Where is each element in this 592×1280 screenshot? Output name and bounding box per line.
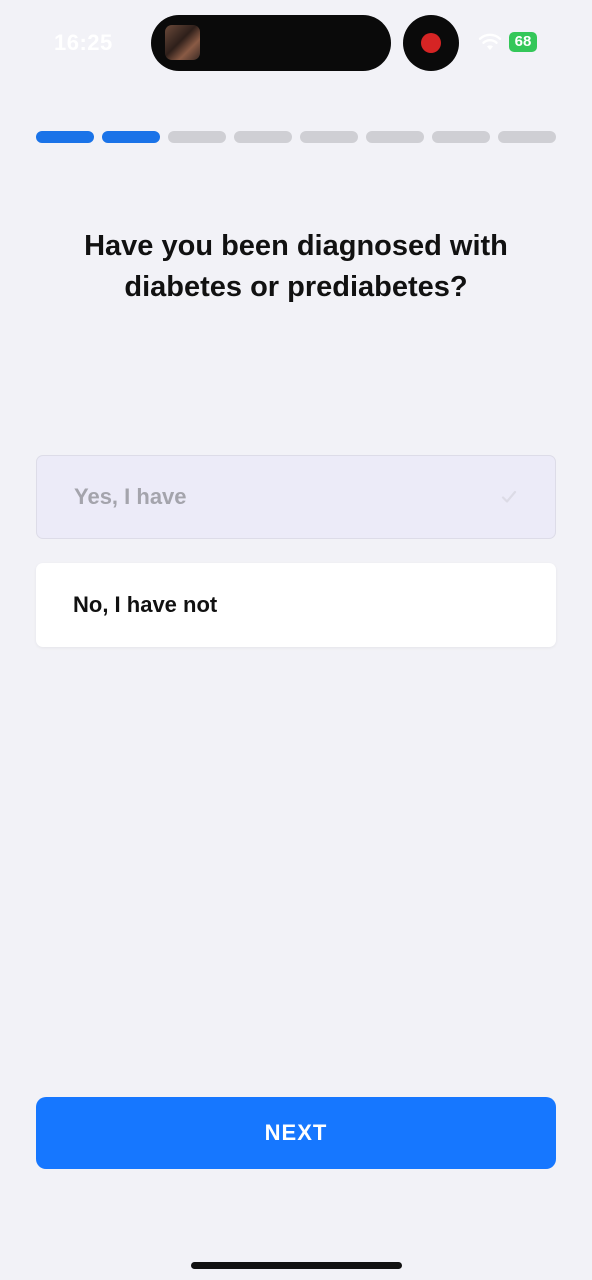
progress-step-pending [432, 131, 490, 143]
option-no-label: No, I have not [73, 592, 218, 617]
progress-step-complete [102, 131, 160, 143]
progress-step-complete [36, 131, 94, 143]
progress-step-pending [168, 131, 226, 143]
option-yes-label: Yes, I have [74, 484, 187, 509]
record-icon [421, 33, 441, 53]
option-yes[interactable]: Yes, I have [36, 455, 556, 539]
wifi-icon [478, 33, 502, 50]
battery-icon: 68 [509, 32, 537, 52]
status-bar: 16:25 68 [0, 0, 592, 86]
checkmark-icon [501, 490, 517, 503]
onboarding-screen: 16:25 68 Have you been diagnosed with di… [0, 0, 592, 1280]
option-no[interactable]: No, I have not [36, 563, 556, 647]
progress-step-pending [300, 131, 358, 143]
progress-step-pending [366, 131, 424, 143]
now-playing-thumbnail [165, 25, 200, 60]
dynamic-island [151, 15, 391, 71]
home-indicator[interactable] [191, 1262, 402, 1269]
progress-step-pending [234, 131, 292, 143]
progress-step-pending [498, 131, 556, 143]
battery-level: 68 [514, 33, 532, 50]
screen-recording-indicator [403, 15, 459, 71]
question-title: Have you been diagnosed with diabetes or… [84, 230, 508, 303]
status-time: 16:25 [54, 30, 113, 55]
progress-bar [36, 131, 556, 143]
next-button[interactable]: NEXT [36, 1097, 556, 1169]
